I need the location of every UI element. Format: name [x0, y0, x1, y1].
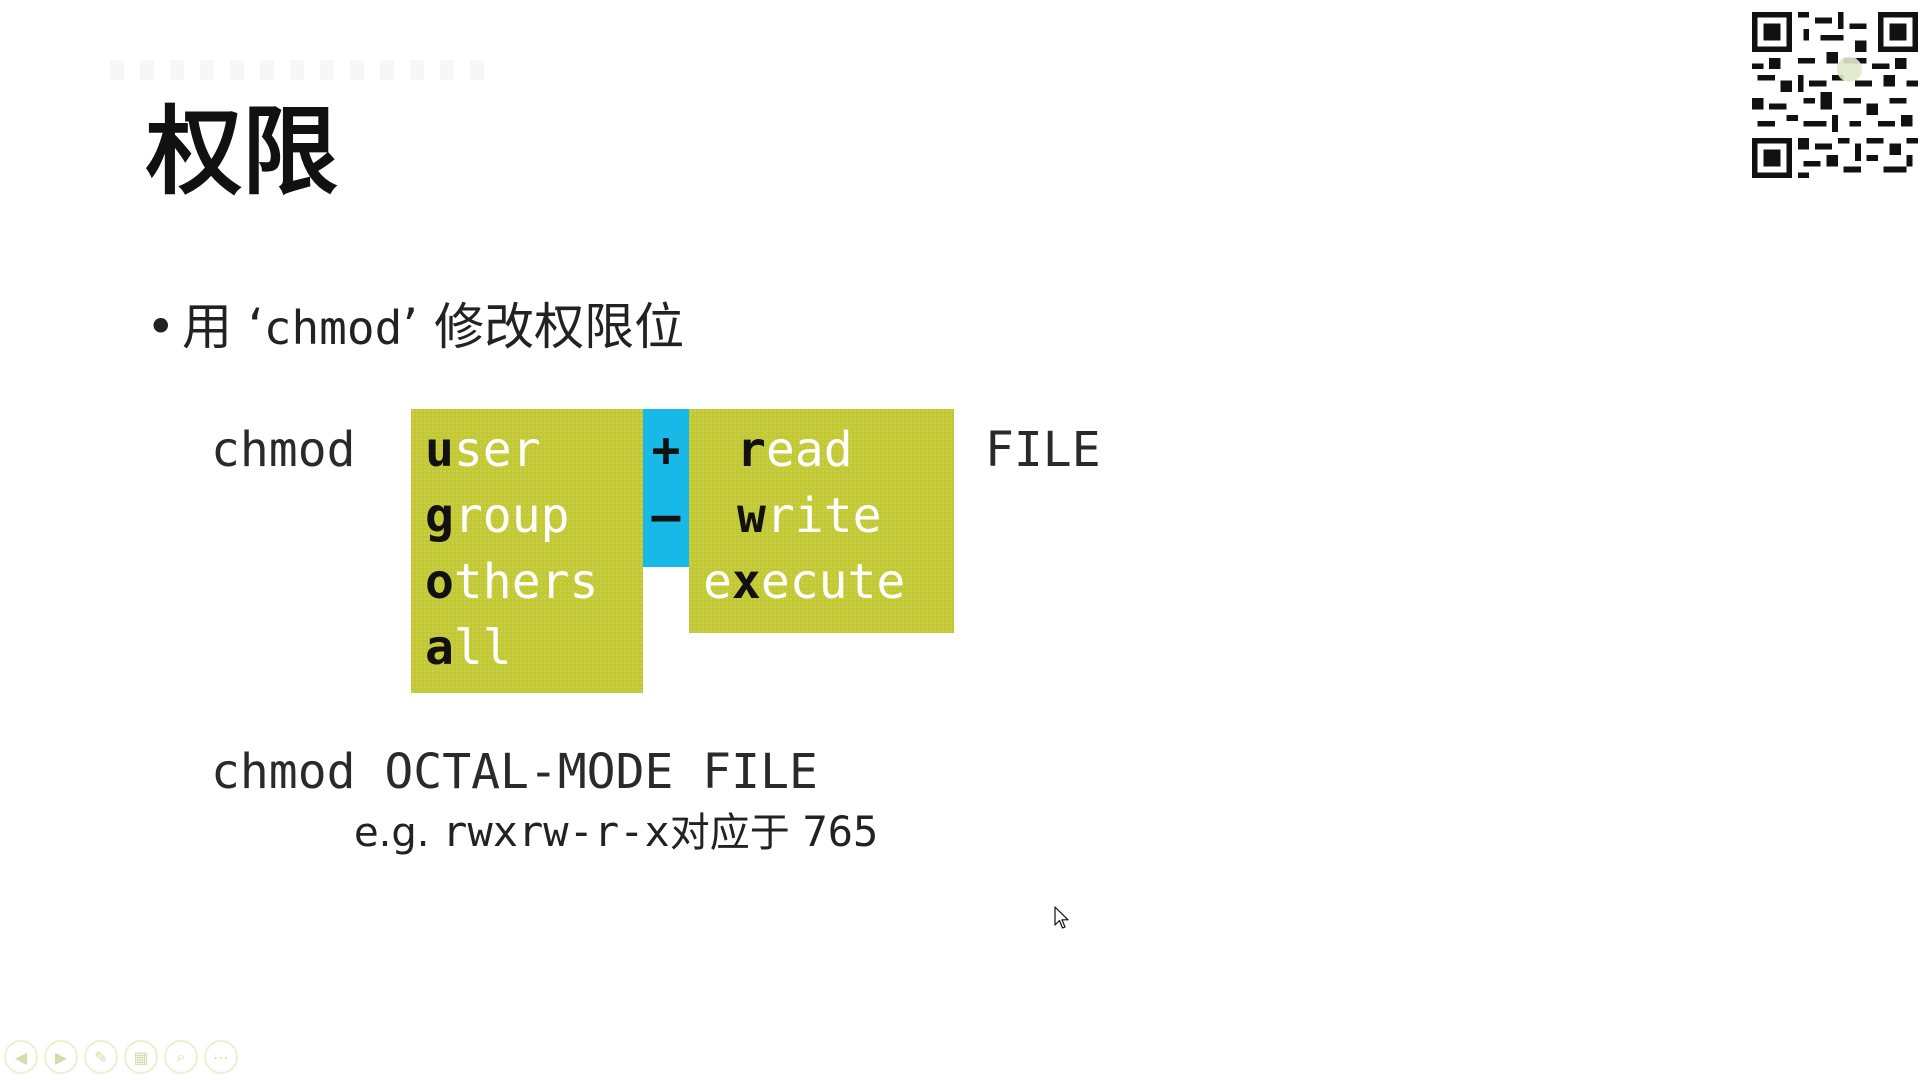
- permission-write: write: [737, 488, 882, 544]
- operator-box: + –: [643, 409, 689, 567]
- more-icon[interactable]: ⋯: [204, 1040, 238, 1074]
- example-middle: 对应于: [669, 810, 790, 856]
- who-option-group: group: [425, 488, 570, 544]
- presentation-slide: 权限 • 用 ‘chmod’ 修改权限位 chmod user group oth…: [0, 0, 1920, 1080]
- minus-operator: –: [651, 488, 681, 544]
- who-option-others: others: [425, 554, 599, 610]
- bullet-point: • 用 ‘chmod’ 修改权限位: [146, 292, 684, 363]
- presentation-nav-bar: ◀ ▶ ✎ ▦ ⌕ ⋯: [4, 1040, 238, 1074]
- bullet-marker: •: [146, 298, 176, 356]
- permission-execute: execute: [703, 554, 906, 610]
- zoom-icon[interactable]: ⌕: [164, 1040, 198, 1074]
- who-options-box: user group others all: [411, 409, 643, 693]
- pen-icon[interactable]: ✎: [84, 1040, 118, 1074]
- previous-icon[interactable]: ◀: [4, 1040, 38, 1074]
- faint-header-decoration: [110, 60, 490, 80]
- bullet-command: chmod: [263, 301, 403, 355]
- qr-code-icon: [1752, 12, 1918, 178]
- bullet-prefix: 用 ‘: [182, 298, 264, 356]
- chmod-command-label: chmod: [211, 422, 356, 478]
- who-option-all: all: [425, 620, 512, 676]
- file-target-label: FILE: [985, 422, 1101, 478]
- example-mode: rwxrw-r-x: [442, 807, 670, 856]
- plus-operator: +: [651, 422, 681, 478]
- octal-syntax-line: chmod OCTAL-MODE FILE: [211, 744, 818, 800]
- next-icon[interactable]: ▶: [44, 1040, 78, 1074]
- slides-icon[interactable]: ▦: [124, 1040, 158, 1074]
- example-octal: 765: [802, 807, 879, 856]
- octal-example: e.g. rwxrw-r-x对应于 765: [354, 804, 878, 861]
- mouse-cursor-icon: [1054, 906, 1069, 929]
- example-prefix: e.g.: [354, 810, 430, 856]
- slide-title: 权限: [146, 96, 338, 208]
- bullet-suffix: ’ 修改权限位: [402, 298, 685, 356]
- permission-read: read: [737, 422, 853, 478]
- who-option-user: user: [425, 422, 541, 478]
- permission-options-box: read write execute: [689, 409, 954, 633]
